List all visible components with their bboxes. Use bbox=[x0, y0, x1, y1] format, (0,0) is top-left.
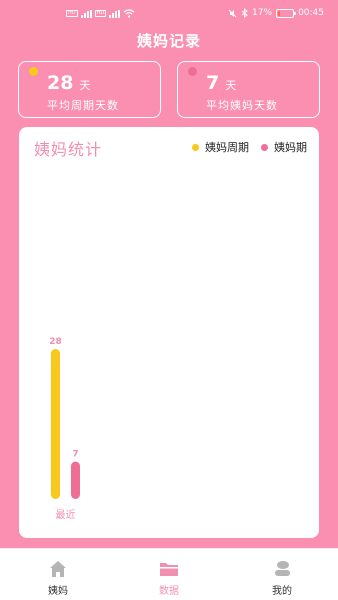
chart-card: 姨妈统计 姨妈周期 姨妈期 28 7 最近 bbox=[19, 127, 319, 538]
sim-tag-2: HD bbox=[94, 10, 107, 17]
battery-percent: 17% bbox=[252, 8, 273, 18]
stat-dot-pink bbox=[188, 67, 197, 76]
wifi-icon bbox=[123, 9, 135, 18]
bottom-nav: 姨妈 数据 我的 bbox=[0, 548, 338, 600]
signal-indicators: HD HD bbox=[66, 9, 135, 18]
nav-item-data[interactable]: 数据 bbox=[139, 559, 199, 597]
page-title: 姨妈记录 bbox=[136, 32, 201, 50]
nav-item-profile[interactable]: 我的 bbox=[252, 559, 312, 597]
data-label: 7 bbox=[72, 450, 78, 460]
stat-unit: 天 bbox=[225, 79, 237, 92]
stat-label: 平均周期天数 bbox=[47, 99, 119, 112]
profile-icon bbox=[275, 561, 290, 576]
category-label: 最近 bbox=[56, 508, 76, 521]
stat-value: 7 bbox=[206, 72, 220, 94]
mute-icon bbox=[228, 9, 237, 17]
battery-fill bbox=[278, 10, 281, 16]
stat-card-period: 7 天 平均姨妈天数 bbox=[177, 61, 320, 118]
status-bar: HD HD 17% 00:45 bbox=[0, 0, 338, 28]
folder-icon bbox=[160, 563, 178, 576]
nav-label: 数据 bbox=[159, 586, 179, 597]
stat-dot-yellow bbox=[29, 67, 38, 76]
sim-tag-1: HD bbox=[66, 10, 78, 17]
status-right: 17% 00:45 bbox=[228, 8, 324, 18]
nav-item-home[interactable]: 姨妈 bbox=[28, 559, 88, 597]
home-icon bbox=[50, 561, 66, 577]
data-label: 28 bbox=[49, 337, 62, 347]
clock: 00:45 bbox=[298, 8, 324, 18]
bluetooth-icon bbox=[241, 8, 248, 18]
nav-label: 我的 bbox=[272, 586, 292, 597]
stat-value: 28 bbox=[47, 72, 74, 94]
stat-label: 平均姨妈天数 bbox=[206, 99, 278, 112]
signal-icon-2 bbox=[109, 9, 121, 18]
app-screen: HD HD 17% 00:45 姨妈记录 28 天 平均周期天数 7 天 平均姨… bbox=[0, 0, 338, 548]
signal-icon bbox=[80, 9, 92, 18]
stat-card-cycle: 28 天 平均周期天数 bbox=[18, 61, 161, 118]
bar-chart: 28 7 最近 bbox=[49, 337, 80, 521]
bar-period bbox=[71, 461, 80, 499]
battery-icon bbox=[276, 8, 297, 18]
bar-cycle bbox=[51, 349, 60, 499]
stat-unit: 天 bbox=[79, 79, 91, 92]
nav-label: 姨妈 bbox=[48, 586, 68, 597]
